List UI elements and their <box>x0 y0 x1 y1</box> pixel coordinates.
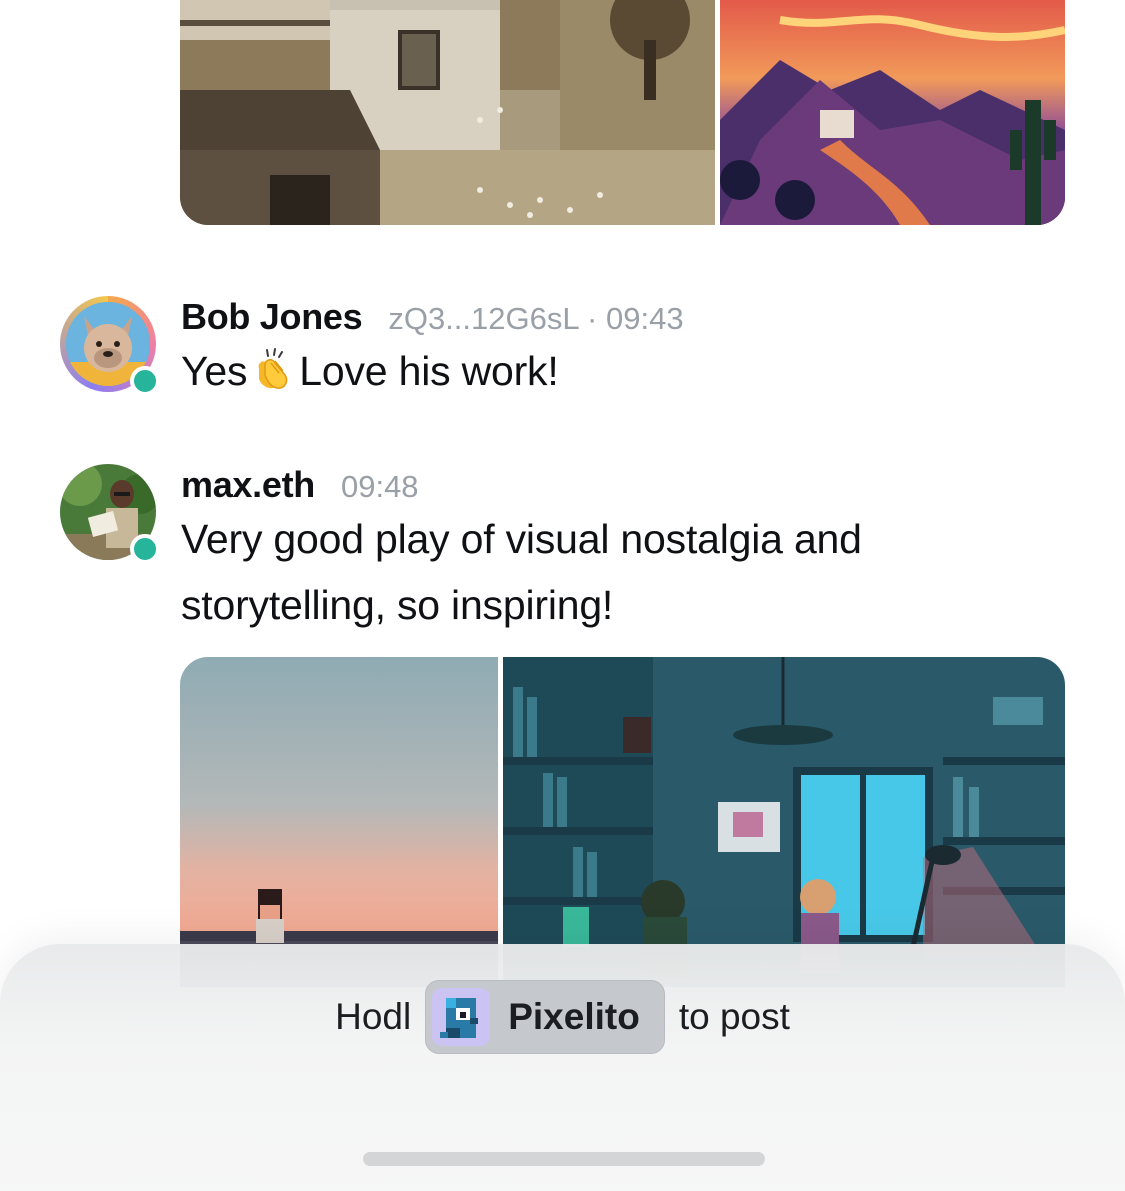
pixel-room-image <box>503 657 1065 987</box>
message-text-part: Love his work! <box>299 348 559 394</box>
avatar[interactable] <box>60 296 160 396</box>
message-item: Bob Jones zQ3...12G6sL · 09:43 Yes Love … <box>60 296 1085 406</box>
home-indicator[interactable] <box>363 1152 765 1166</box>
sepia-house-image <box>180 0 715 225</box>
image-attachment[interactable] <box>720 0 1065 225</box>
message-header: Bob Jones zQ3...12G6sL · 09:43 <box>181 296 684 338</box>
author-name[interactable]: max.eth <box>181 464 315 506</box>
image-attachment[interactable] <box>503 657 1065 987</box>
online-status-dot <box>130 534 160 564</box>
avatar[interactable] <box>60 464 160 564</box>
beach-sunset-image <box>180 657 498 987</box>
token-gate-prefix: Hodl <box>335 996 412 1037</box>
message-text: Very good play of visual nostalgia and s… <box>181 506 862 638</box>
online-status-dot <box>130 366 160 396</box>
image-attachment[interactable] <box>180 0 715 225</box>
chat-feed: Bob Jones zQ3...12G6sL · 09:43 Yes Love … <box>0 0 1125 1191</box>
message-meta: zQ3...12G6sL · 09:43 <box>388 301 684 336</box>
message-text-part: Yes <box>181 348 248 394</box>
message-text-line: storytelling, so inspiring! <box>181 582 614 628</box>
pixelito-bird-icon <box>432 988 491 1046</box>
token-gate-prompt: Hodl Pixelito to post <box>0 980 1125 1054</box>
token-chip[interactable]: Pixelito <box>425 980 665 1054</box>
image-attachment[interactable] <box>180 657 498 987</box>
image-attachment-grid <box>180 657 1065 987</box>
token-gate-suffix: to post <box>678 996 790 1037</box>
clapping-hands-icon <box>258 348 288 389</box>
message-header: max.eth 09:48 <box>181 464 419 506</box>
desert-sunset-image <box>720 0 1065 225</box>
token-gated-composer: Hodl Pixelito to post <box>0 944 1125 1191</box>
message-text-line: Very good play of visual nostalgia and <box>181 516 862 562</box>
message-timestamp: 09:48 <box>340 469 419 504</box>
message-item: max.eth 09:48 Very good play of visual n… <box>60 464 1085 644</box>
token-name: Pixelito <box>508 996 640 1037</box>
image-attachment-grid <box>180 0 1065 225</box>
message-text: Yes Love his work! <box>181 338 559 404</box>
author-name[interactable]: Bob Jones <box>181 296 363 338</box>
